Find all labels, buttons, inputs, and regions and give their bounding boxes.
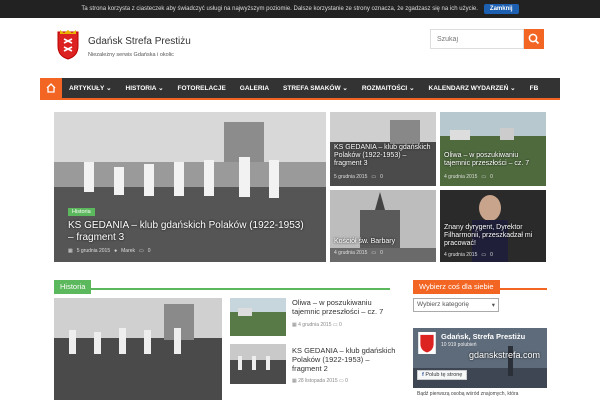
calendar-icon: ▦ <box>292 378 297 384</box>
comment-icon: ▭ <box>339 378 344 384</box>
home-icon <box>46 83 56 93</box>
fb-page-logo <box>418 332 436 354</box>
comment-icon: ▭ <box>371 250 377 256</box>
nav-item-kalendarz[interactable]: KALENDARZ WYDARZEŃ ⌄ <box>422 84 523 92</box>
featured-tile-4[interactable]: Znany dyrygent, Dyrektor Filharmonii, pr… <box>440 190 546 262</box>
nav-item-fb[interactable]: FB <box>523 85 546 92</box>
news-title[interactable]: Oliwa – w poszukiwaniu tajemnic przeszło… <box>292 298 392 316</box>
chevron-down-icon: ⌄ <box>409 85 415 92</box>
chevron-down-icon: ⌄ <box>342 85 348 92</box>
chevron-down-icon: ⌄ <box>106 85 112 92</box>
chevron-down-icon: ▾ <box>491 302 495 309</box>
tile-title[interactable]: Oliwa – w poszukiwaniu tajemnic przeszło… <box>444 152 544 168</box>
historia-main-image[interactable] <box>54 298 222 400</box>
facebook-widget[interactable]: Gdańsk, Strefa Prestiżu 10 919 polubień … <box>413 328 547 400</box>
tile-meta: 4 grudnia 2015 ▭ 0 <box>444 252 493 258</box>
tile-meta: 4 grudnia 2015 ▭ 0 <box>334 250 383 256</box>
historia-image <box>54 298 222 400</box>
news-thumb[interactable] <box>230 298 286 336</box>
news-thumb-image <box>230 344 286 384</box>
section-label[interactable]: Historia <box>54 280 92 294</box>
comment-icon: ▭ <box>332 322 338 328</box>
site-description: Niezależny serwis Gdańska i okolic <box>88 52 174 58</box>
news-thumb-image <box>230 298 286 336</box>
main-nav: ARTYKUŁY ⌄ HISTORIA ⌄ FOTORELACJE GALERI… <box>40 78 560 100</box>
news-meta: ▦ 4 grudnia 2015 ▭ 0 <box>292 322 342 328</box>
site-header: Gdańsk Strefa Prestiżu Niezależny serwis… <box>40 18 560 78</box>
featured-category-tag[interactable]: Historia <box>68 208 95 216</box>
fb-friends-note: Bądź pierwszą osobą wśród znajomych, któ… <box>413 388 547 400</box>
comment-icon: ▭ <box>371 174 377 180</box>
comment-icon: ▭ <box>481 174 487 180</box>
calendar-icon: ▦ <box>68 248 73 254</box>
nav-item-artykuly[interactable]: ARTYKUŁY ⌄ <box>62 84 119 92</box>
nav-item-fotorelacje[interactable]: FOTORELACJE <box>171 85 233 92</box>
news-meta: ▦ 28 listopada 2015 ▭ 0 <box>292 378 348 384</box>
tile-title[interactable]: Znany dyrygent, Dyrektor Filharmonii, pr… <box>444 224 544 248</box>
section-header-sidebar: Wybierz coś dla siebie <box>413 276 547 294</box>
cookie-text: Ta strona korzysta z ciasteczek aby świa… <box>81 6 478 12</box>
featured-tile-2[interactable]: Oliwa – w poszukiwaniu tajemnic przeszło… <box>440 112 546 186</box>
tile-title[interactable]: KS GEDANIA – klub gdańskich Polaków (192… <box>334 144 434 168</box>
fb-url: gdanskstrefa.com <box>469 350 541 360</box>
cookie-close-button[interactable]: Zamknij <box>483 4 519 14</box>
tile-meta: 4 grudnia 2015 ▭ 0 <box>444 174 493 180</box>
nav-item-galeria[interactable]: GALERIA <box>233 85 276 92</box>
home-button[interactable] <box>40 78 62 98</box>
fb-page-name[interactable]: Gdańsk, Strefa Prestiżu <box>441 332 525 341</box>
featured-main-meta: ▦ 5 grudnia 2015 ● Marek ▭ 0 <box>68 248 151 254</box>
section-label: Wybierz coś dla siebie <box>413 280 500 294</box>
gdansk-crest-logo[interactable] <box>56 30 80 60</box>
calendar-icon: ▦ <box>292 322 297 328</box>
news-thumb[interactable] <box>230 344 286 384</box>
featured-main[interactable]: Historia KS GEDANIA – klub gdańskich Pol… <box>54 112 326 262</box>
fb-likes: 10 919 polubień <box>441 342 477 348</box>
search-input[interactable] <box>430 29 524 49</box>
news-title[interactable]: KS GEDANIA – klub gdańskich Polaków (192… <box>292 346 396 373</box>
tile-meta: 5 grudnia 2015 ▭ 0 <box>334 174 383 180</box>
site-title[interactable]: Gdańsk Strefa Prestiżu <box>88 36 191 47</box>
search-icon <box>528 33 540 45</box>
chevron-down-icon: ⌄ <box>158 85 164 92</box>
user-icon: ● <box>114 248 118 254</box>
comment-icon: ▭ <box>481 252 487 258</box>
featured-main-title[interactable]: KS GEDANIA – klub gdańskich Polaków (192… <box>68 220 308 243</box>
search-button[interactable] <box>524 29 544 49</box>
nav-item-rozmaitosci[interactable]: ROZMAITOŚCI ⌄ <box>355 84 422 92</box>
section-header-historia: Historia <box>54 276 390 294</box>
facebook-icon: f <box>422 372 424 378</box>
comment-icon: ▭ <box>139 248 144 254</box>
featured-tile-1[interactable]: KS GEDANIA – klub gdańskich Polaków (192… <box>330 112 436 186</box>
category-select[interactable]: Wybierz kategorię ▾ <box>413 298 499 312</box>
featured-tile-3[interactable]: Kościół św. Barbary 4 grudnia 2015 ▭ 0 <box>330 190 436 262</box>
fb-like-button[interactable]: f Polub tę stronę <box>417 370 468 380</box>
nav-item-historia[interactable]: HISTORIA ⌄ <box>119 84 171 92</box>
cookie-bar: Ta strona korzysta z ciasteczek aby świa… <box>0 0 600 18</box>
tile-title[interactable]: Kościół św. Barbary <box>334 238 434 246</box>
chevron-down-icon: ⌄ <box>510 85 516 92</box>
nav-item-strefa-smakow[interactable]: STREFA SMAKÓW ⌄ <box>276 84 355 92</box>
